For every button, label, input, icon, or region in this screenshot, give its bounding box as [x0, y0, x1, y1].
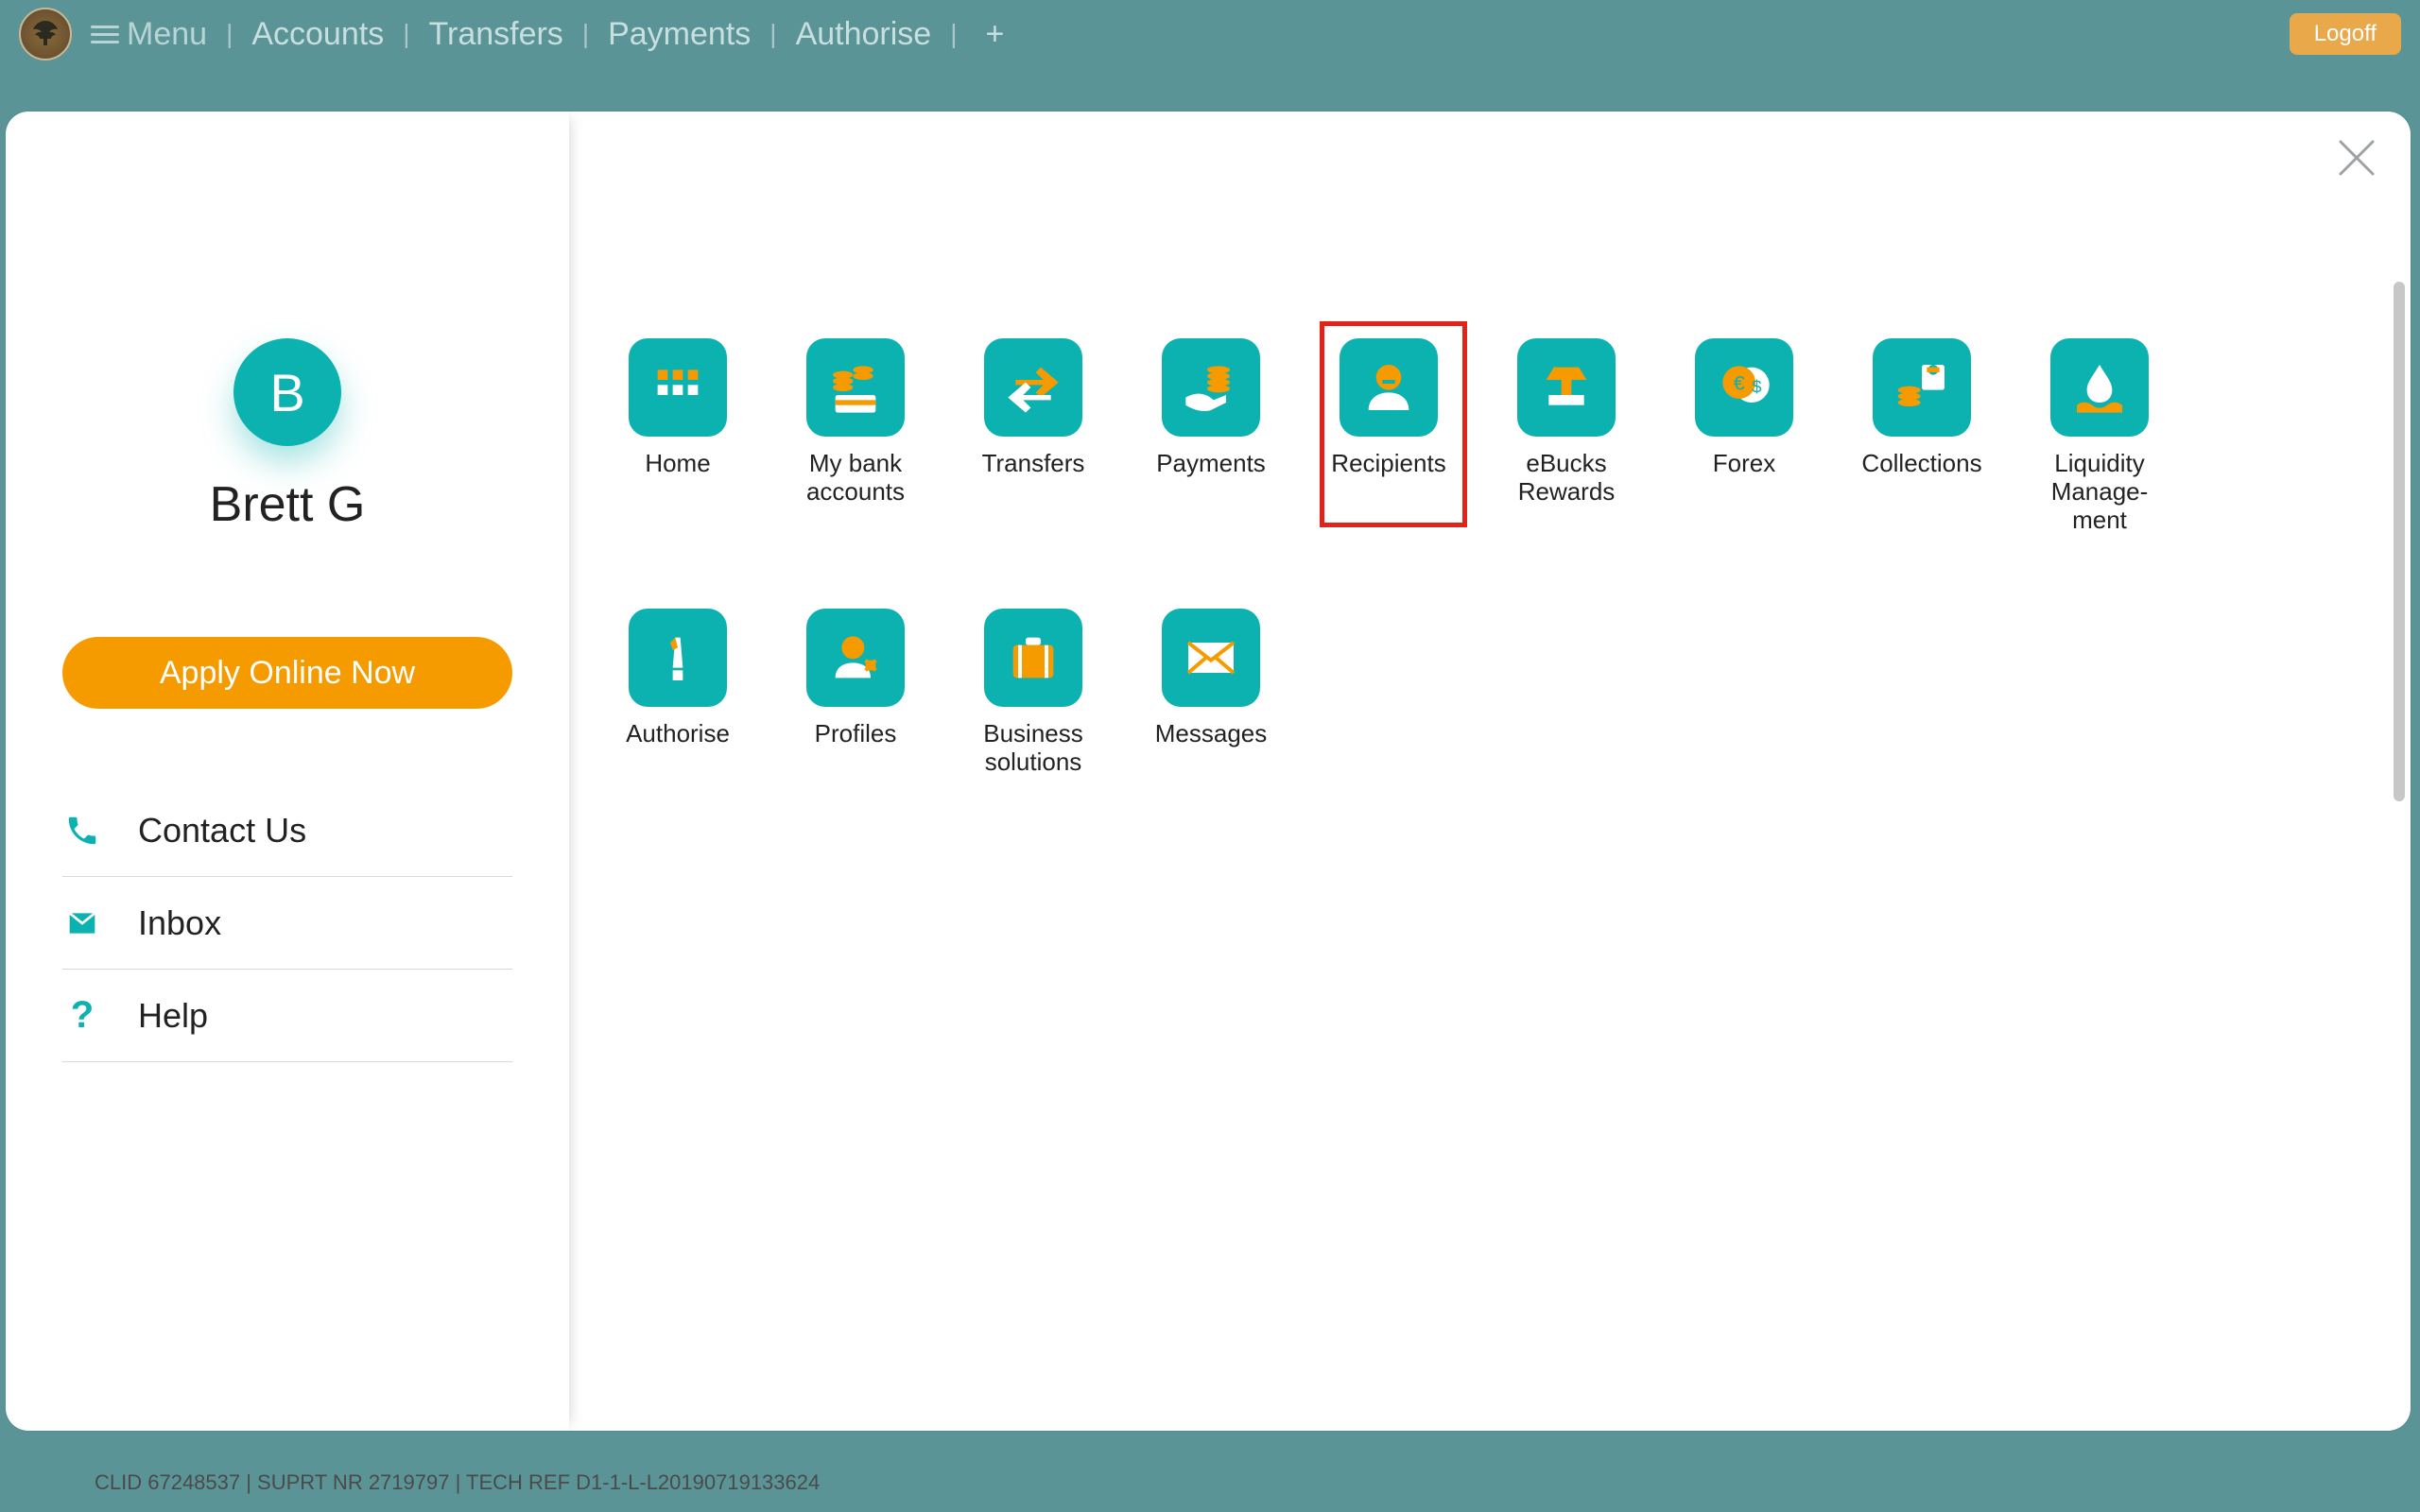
tile-profiles[interactable]: Profiles: [804, 609, 908, 777]
bank-logo: [19, 8, 72, 60]
tile-label: Transfers: [982, 450, 1085, 478]
tile-label: Liquidity Manage- ment: [2051, 450, 2149, 535]
icon-grid: Home My bank accounts Transfers Payments Rec…: [626, 338, 2195, 776]
tile-forex[interactable]: €$Forex: [1692, 338, 1796, 535]
tile-recipients[interactable]: Recipients: [1337, 338, 1441, 535]
menu-main: Home My bank accounts Transfers Payments Rec…: [569, 112, 2411, 1431]
logoff-button[interactable]: Logoff: [2290, 13, 2401, 55]
sidebar-list: Contact Us Inbox ? Help: [62, 784, 512, 1062]
nav-payments[interactable]: Payments: [608, 16, 751, 53]
tile-label: Forex: [1713, 450, 1775, 478]
tile-label: Messages: [1155, 720, 1268, 748]
menu-modal: B Brett G Apply Online Now Contact Us In…: [6, 112, 2411, 1431]
sidebar-item-label: Contact Us: [138, 811, 306, 850]
nav-add[interactable]: +: [976, 16, 1013, 53]
svg-text:€: €: [1734, 372, 1745, 395]
avatar[interactable]: B: [233, 338, 341, 446]
transfers-icon: [984, 338, 1082, 437]
authorise-icon: [629, 609, 727, 707]
tile-home[interactable]: Home: [626, 338, 730, 535]
tile-label: Profiles: [815, 720, 897, 748]
phone-icon: [62, 811, 102, 850]
tile-label: Authorise: [626, 720, 730, 748]
collections-icon: [1873, 338, 1971, 437]
menu-label: Menu: [127, 16, 207, 53]
tile-liquidity[interactable]: Liquidity Manage- ment: [2048, 338, 2152, 535]
forex-icon: €$: [1695, 338, 1793, 437]
tile-label: eBucks Rewards: [1518, 450, 1616, 507]
tile-payments[interactable]: Payments: [1159, 338, 1263, 535]
nav-transfers[interactable]: Transfers: [428, 16, 562, 53]
tile-label: Recipients: [1331, 450, 1445, 478]
profile-area: B Brett G: [6, 112, 569, 533]
tile-business[interactable]: Business solutions: [981, 609, 1085, 777]
hamburger-icon: [91, 26, 119, 43]
nav-authorise[interactable]: Authorise: [796, 16, 932, 53]
top-nav: Menu | Accounts | Transfers | Payments |…: [0, 0, 2420, 68]
tile-authorise[interactable]: Authorise: [626, 609, 730, 777]
mail-icon: [62, 903, 102, 943]
apply-online-button[interactable]: Apply Online Now: [62, 637, 512, 709]
tile-label: Payments: [1156, 450, 1266, 478]
tile-label: My bank accounts: [806, 450, 905, 507]
tile-accounts[interactable]: My bank accounts: [804, 338, 908, 535]
accounts-icon: [806, 338, 905, 437]
tile-messages[interactable]: Messages: [1159, 609, 1263, 777]
svg-text:$: $: [1752, 376, 1762, 396]
tile-ebucks[interactable]: eBucks Rewards: [1514, 338, 1618, 535]
scrollbar[interactable]: [2394, 282, 2405, 801]
sidebar-item-label: Help: [138, 996, 208, 1036]
help-icon: ?: [62, 996, 102, 1036]
profile-name: Brett G: [210, 476, 366, 533]
tile-label: Collections: [1861, 450, 1981, 478]
ebucks-icon: [1517, 338, 1616, 437]
tile-transfers[interactable]: Transfers: [981, 338, 1085, 535]
tile-collections[interactable]: Collections: [1870, 338, 1974, 535]
sidebar: B Brett G Apply Online Now Contact Us In…: [6, 112, 569, 1431]
footer-ref: CLID 67248537 | SUPRT NR 2719797 | TECH …: [95, 1470, 820, 1495]
sidebar-item-inbox[interactable]: Inbox: [62, 877, 512, 970]
home-icon: [629, 338, 727, 437]
sidebar-item-help[interactable]: ? Help: [62, 970, 512, 1062]
liquidity-icon: [2050, 338, 2149, 437]
menu-toggle[interactable]: Menu: [91, 16, 207, 53]
sidebar-item-label: Inbox: [138, 903, 221, 943]
nav-accounts[interactable]: Accounts: [251, 16, 384, 53]
business-icon: [984, 609, 1082, 707]
profiles-icon: [806, 609, 905, 707]
messages-icon: [1162, 609, 1260, 707]
sidebar-item-contact[interactable]: Contact Us: [62, 784, 512, 877]
payments-icon: [1162, 338, 1260, 437]
recipients-icon: [1340, 338, 1438, 437]
tile-label: Home: [645, 450, 710, 478]
tree-icon: [28, 17, 62, 51]
tile-label: Business solutions: [983, 720, 1083, 777]
